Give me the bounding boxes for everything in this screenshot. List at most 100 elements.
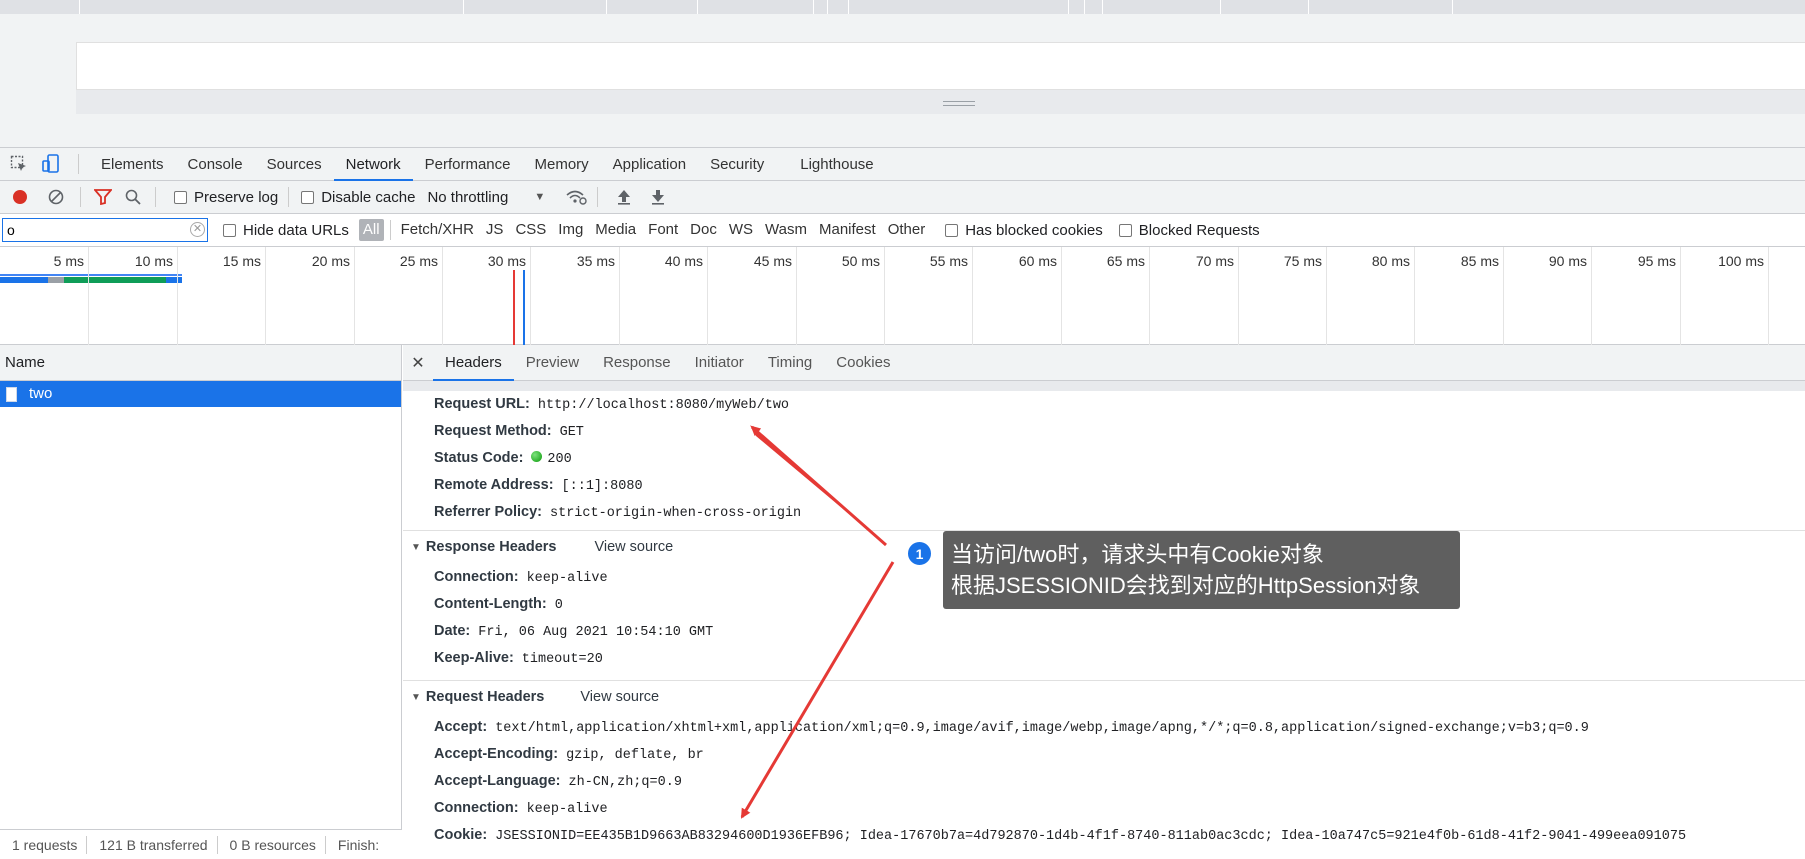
status-ok-icon [531, 451, 543, 462]
timeline-tick-label: 85 ms [1460, 253, 1499, 269]
tab-security[interactable]: Security [698, 148, 776, 181]
close-icon[interactable]: ✕ [403, 353, 433, 373]
header-value[interactable]: timeout=20 [522, 646, 603, 673]
header-value[interactable]: text/html,application/xhtml+xml,applicat… [495, 715, 1589, 742]
tab-network[interactable]: Network [333, 148, 413, 181]
timeline-gridline [442, 247, 443, 345]
timeline-gridline [177, 247, 178, 345]
throttling-select[interactable]: No throttling ▼ [427, 189, 545, 206]
header-value[interactable]: 0 [555, 592, 563, 619]
tab-cookies[interactable]: Cookies [824, 345, 902, 381]
tab-response[interactable]: Response [591, 345, 683, 381]
response-headers-title[interactable]: Response Headers [426, 531, 557, 564]
annotation-line-1: 当访问/two时，请求头中有Cookie对象 [951, 542, 1324, 567]
timeline-gridline [707, 247, 708, 345]
filter-type-other[interactable]: Other [884, 219, 930, 241]
view-source-link[interactable]: View source [594, 531, 673, 564]
filter-type-ws[interactable]: WS [725, 219, 757, 241]
filter-type-wasm[interactable]: Wasm [761, 219, 811, 241]
request-row[interactable]: two [0, 381, 401, 407]
search-icon[interactable] [121, 185, 145, 209]
timeline-tick-label: 15 ms [222, 253, 261, 269]
filter-type-all[interactable]: All [358, 219, 384, 241]
filter-input[interactable] [2, 218, 208, 242]
has-blocked-cookies-checkbox[interactable]: Has blocked cookies [945, 222, 1103, 239]
page-content-shadow [76, 90, 1805, 114]
page-content-box [76, 42, 1805, 90]
header-value[interactable]: GET [560, 419, 584, 446]
name-column-header[interactable]: Name [0, 345, 401, 381]
tab-elements[interactable]: Elements [89, 148, 176, 181]
export-har-icon[interactable] [646, 185, 670, 209]
tab-application[interactable]: Application [601, 148, 698, 181]
tab-performance[interactable]: Performance [413, 148, 523, 181]
header-key: Request URL: [434, 396, 530, 412]
header-value[interactable]: keep-alive [527, 796, 608, 823]
header-key: Accept-Encoding: [434, 746, 559, 762]
record-icon[interactable] [8, 185, 32, 209]
timeline-gridline [1149, 247, 1150, 345]
request-headers-title[interactable]: Request Headers [426, 681, 544, 714]
header-key: Connection: [434, 800, 519, 816]
filter-type-js[interactable]: JS [482, 219, 508, 241]
header-value[interactable]: gzip, deflate, br [566, 742, 704, 769]
timeline-overview[interactable]: 5 ms 10 ms 15 ms 20 ms 25 ms 30 ms 35 ms 40 ms 4… [0, 247, 1805, 345]
filter-separator [389, 220, 391, 240]
finish-time: Finish: [337, 836, 380, 853]
general-section: Request URL: http://localhost:8080/myWeb/… [403, 391, 1805, 526]
preserve-log-checkbox[interactable]: Preserve log [174, 189, 278, 206]
header-value[interactable]: 200 [547, 446, 571, 473]
header-row: Accept-Language: zh-CN,zh;q=0.9 [403, 768, 1805, 795]
inspect-element-icon[interactable] [6, 151, 32, 177]
toolbar-separator [288, 187, 290, 207]
clear-filter-icon[interactable]: ✕ [190, 222, 205, 237]
header-key: Request Method: [434, 423, 552, 439]
timeline-bar-stalled [48, 277, 64, 283]
header-row: Cookie: JSESSIONID=EE435B1D9663AB83294600… [403, 822, 1805, 849]
annotation-line-2: 根据JSESSIONID会找到对应的HttpSession对象 [951, 573, 1421, 598]
filter-type-font[interactable]: Font [644, 219, 682, 241]
import-har-icon[interactable] [612, 185, 636, 209]
tab-preview[interactable]: Preview [514, 345, 591, 381]
filter-type-media[interactable]: Media [591, 219, 640, 241]
header-value[interactable]: [::1]:8080 [562, 473, 643, 500]
disable-cache-checkbox[interactable]: Disable cache [301, 189, 415, 206]
header-value[interactable]: strict-origin-when-cross-origin [550, 500, 801, 527]
filter-icon[interactable] [91, 185, 115, 209]
request-headers-header[interactable]: ▼ Request Headers View source [403, 681, 1805, 714]
tab-lighthouse[interactable]: Lighthouse [788, 148, 885, 181]
tab-timing[interactable]: Timing [756, 345, 824, 381]
tab-initiator[interactable]: Initiator [683, 345, 756, 381]
timeline-tick-label: 80 ms [1371, 253, 1410, 269]
clear-icon[interactable] [44, 185, 68, 209]
network-conditions-icon[interactable] [565, 185, 589, 209]
filter-type-css[interactable]: CSS [511, 219, 550, 241]
tab-headers[interactable]: Headers [433, 345, 514, 381]
header-value[interactable]: JSESSIONID=EE435B1D9663AB83294600D1936EF… [495, 823, 1686, 850]
tab-console[interactable]: Console [176, 148, 255, 181]
blocked-requests-checkbox[interactable]: Blocked Requests [1118, 222, 1260, 239]
header-value[interactable]: keep-alive [527, 565, 608, 592]
filter-type-doc[interactable]: Doc [686, 219, 721, 241]
timeline-tick-label: 10 ms [134, 253, 173, 269]
timeline-tick-label: 60 ms [1018, 253, 1057, 269]
device-toolbar-icon[interactable] [38, 151, 64, 177]
filter-type-fetch-xhr[interactable]: Fetch/XHR [397, 219, 478, 241]
network-filter-bar: Hide data URLs All Fetch/XHR JS CSS Img … [0, 214, 1805, 247]
timeline-tick-label: 70 ms [1195, 253, 1234, 269]
timeline-tick-label: 40 ms [664, 253, 703, 269]
header-key: Referrer Policy: [434, 504, 542, 520]
tab-memory[interactable]: Memory [523, 148, 601, 181]
header-row: Accept: text/html,application/xhtml+xml,a… [403, 714, 1805, 741]
tab-sources[interactable]: Sources [255, 148, 334, 181]
hide-data-urls-checkbox[interactable]: Hide data URLs [223, 222, 349, 239]
filter-type-img[interactable]: Img [554, 219, 587, 241]
header-value[interactable]: Fri, 06 Aug 2021 10:54:10 GMT [478, 619, 713, 646]
view-source-link[interactable]: View source [580, 681, 659, 714]
header-value[interactable]: zh-CN,zh;q=0.9 [569, 769, 682, 796]
header-row: Connection: keep-alive [403, 795, 1805, 822]
devtools-resize-handle[interactable] [943, 101, 975, 106]
filter-type-manifest[interactable]: Manifest [815, 219, 880, 241]
header-value[interactable]: http://localhost:8080/myWeb/two [538, 392, 789, 419]
triangle-down-icon: ▼ [411, 542, 421, 553]
